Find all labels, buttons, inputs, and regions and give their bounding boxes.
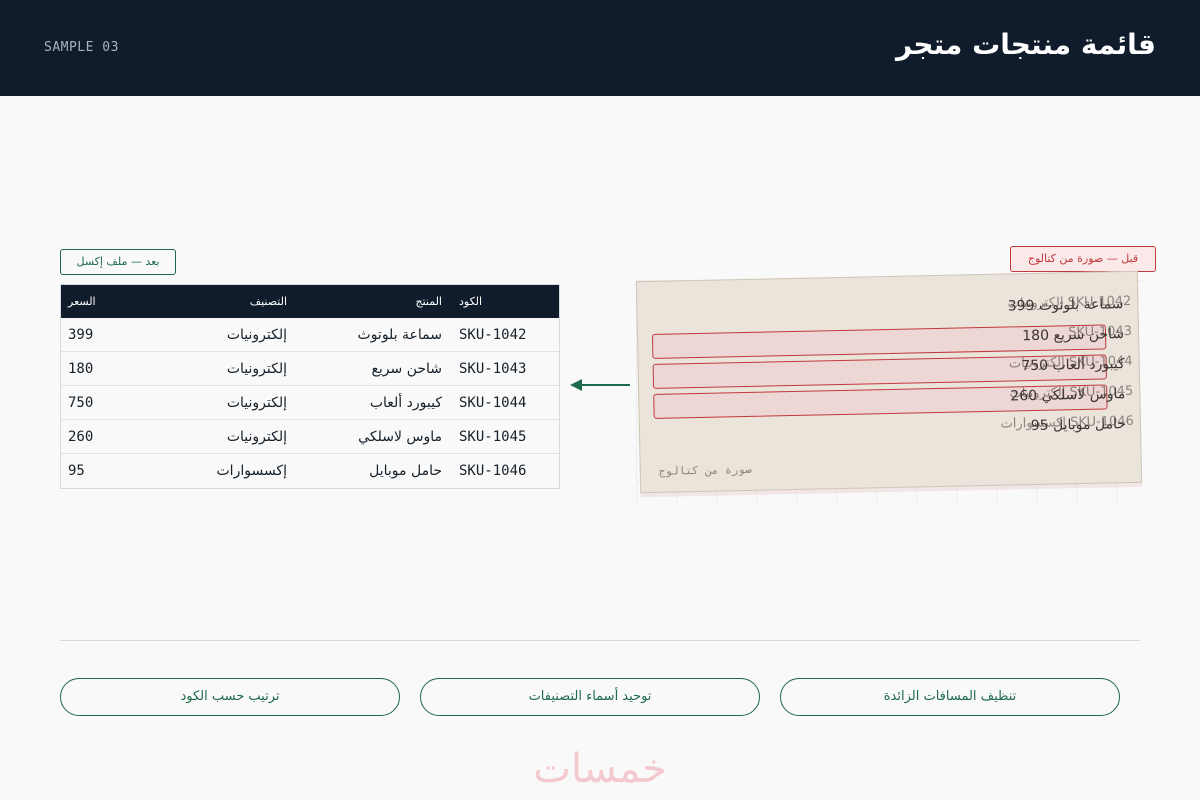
cell-price: 399 [68,327,94,343]
cell-category: إلكترونيات [226,327,287,343]
catalog-line: ماوس لاسلكي 260 SKU-1045 إلكترونيات [1009,384,1133,405]
column-header-code: الكود [459,295,483,308]
app-header: قائمة منتجات متجر SAMPLE 03 [0,0,1200,96]
clean-spaces-button[interactable]: تنظيف المسافات الزائدة [780,678,1120,716]
catalog-line-overlay: SKU-1044 إلكترونيات [1008,353,1133,372]
catalog-line-overlay: SKU-1045 إلكترونيات [1009,383,1134,402]
catalog-line: سماعة بلوتوث 399 SKU-1042 إلكترونيات [1008,294,1132,315]
column-header-price: السعر [68,295,96,308]
column-header-product: المنتج [415,295,442,308]
catalog-line: كيبورد ألعاب 750 SKU-1044 إلكترونيات [1009,354,1133,374]
cell-code: SKU-1042 [459,327,527,343]
section-divider [60,640,1140,641]
watermark-logo: خمسات [533,746,667,792]
cell-code: SKU-1043 [459,361,527,377]
catalog-paper: سماعة بلوتوث 399 SKU-1042 إلكترونيات شاح… [635,270,1143,494]
table-row: SKU-1045 ماوس لاسلكي إلكترونيات 260 [61,420,559,454]
cell-price: 260 [68,429,94,445]
catalog-caption: صورة من كتالوج [658,462,752,478]
cell-code: SKU-1044 [459,395,527,411]
table-row: SKU-1044 كيبورد ألعاب إلكترونيات 750 [61,386,559,420]
table-header-row: الكود المنتج التصنيف السعر [61,285,559,318]
cell-price: 95 [68,463,85,479]
table-row: SKU-1043 شاحن سريع إلكترونيات 180 [61,352,559,386]
products-table: الكود المنتج التصنيف السعر SKU-1042 سماع… [60,284,560,489]
after-tag: بعد — ملف إكسل [60,249,176,275]
page-title: قائمة منتجات متجر [896,28,1156,61]
cell-product: حامل موبايل [369,463,442,479]
sort-by-code-button[interactable]: ترتيب حسب الكود [60,678,400,716]
cell-product: سماعة بلوتوث [357,327,442,343]
cell-category: إلكترونيات [226,361,287,377]
sample-label: SAMPLE 03 [44,40,119,55]
cell-product: شاحن سريع [371,361,442,377]
cell-product: ماوس لاسلكي [358,429,442,445]
unify-categories-button[interactable]: توحيد أسماء التصنيفات [420,678,760,716]
table-row: SKU-1046 حامل موبايل إكسسوارات 95 [61,454,559,488]
cell-product: كيبورد ألعاب [369,395,442,411]
catalog-line-overlay: SKU-1046 إكسسوارات [1000,413,1135,432]
cell-price: 180 [68,361,94,377]
catalog-line-overlay: SKU-1043 [1068,323,1133,341]
cell-category: إلكترونيات [226,395,287,411]
catalog-image: سماعة بلوتوث 399 SKU-1042 إلكترونيات شاح… [635,270,1143,504]
cell-code: SKU-1046 [459,463,527,479]
catalog-line: شاحن سريع 180 SKU-1043 [1022,324,1132,344]
table-row: SKU-1042 سماعة بلوتوث إلكترونيات 399 [61,318,559,352]
cell-price: 750 [68,395,94,411]
cell-category: إلكترونيات [226,429,287,445]
arrow-left-icon [570,379,630,391]
cell-code: SKU-1045 [459,429,527,445]
before-tag: قبل — صورة من كتالوج [1010,246,1156,272]
cell-category: إكسسوارات [216,463,288,479]
column-header-category: التصنيف [249,295,287,308]
catalog-line-overlay: SKU-1042 إلكترونيات [1007,293,1132,312]
catalog-line: حامل موبايل 95 SKU-1046 إكسسوارات [1000,414,1134,434]
